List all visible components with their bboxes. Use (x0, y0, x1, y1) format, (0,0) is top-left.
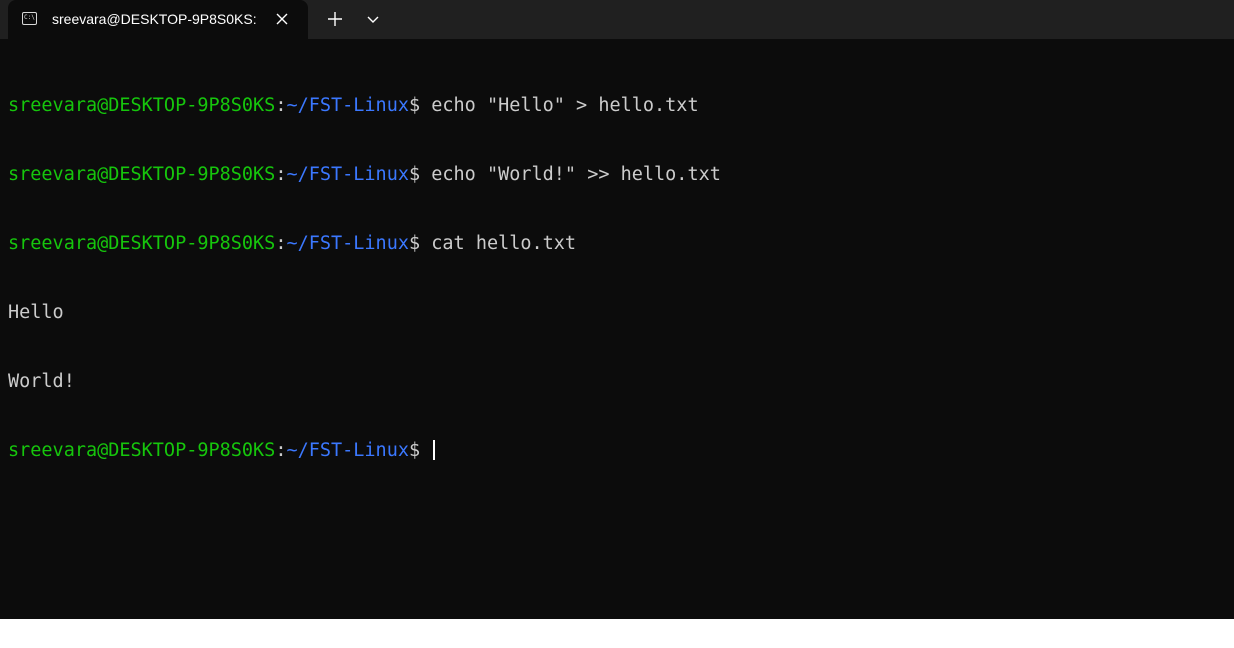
prompt-path: ~/FST-Linux (286, 440, 409, 461)
prompt-symbol: $ (408, 233, 432, 254)
prompt-path: ~/FST-Linux (286, 95, 409, 116)
prompt-user-host: sreevara@DESKTOP-9P8S0KS (8, 164, 276, 185)
terminal-icon: C:\ (22, 12, 37, 25)
command-text: echo "Hello" > hello.txt (431, 95, 699, 116)
prompt-separator: : (275, 233, 287, 254)
command-text: cat hello.txt (431, 233, 577, 254)
chevron-down-icon[interactable] (358, 7, 388, 31)
prompt-symbol: $ (408, 440, 432, 461)
prompt-symbol: $ (408, 164, 432, 185)
terminal-output[interactable]: sreevara@DESKTOP-9P8S0KS:~/FST-Linux$ ec… (8, 48, 721, 508)
terminal-line: sreevara@DESKTOP-9P8S0KS:~/FST-Linux$ ca… (8, 232, 721, 255)
terminal-window: C:\ sreevara@DESKTOP-9P8S0KS: sreevara@D… (0, 0, 1234, 619)
close-icon[interactable] (274, 11, 290, 27)
prompt-user-host: sreevara@DESKTOP-9P8S0KS (8, 440, 276, 461)
prompt-separator: : (275, 164, 287, 185)
prompt-path: ~/FST-Linux (286, 233, 409, 254)
terminal-line-active[interactable]: sreevara@DESKTOP-9P8S0KS:~/FST-Linux$ (8, 439, 721, 462)
prompt-user-host: sreevara@DESKTOP-9P8S0KS (8, 95, 276, 116)
output-line: Hello (8, 302, 64, 323)
output-line: World! (8, 371, 75, 392)
plus-icon[interactable] (320, 7, 350, 31)
title-bar: C:\ sreevara@DESKTOP-9P8S0KS: (0, 0, 1234, 39)
terminal-line: sreevara@DESKTOP-9P8S0KS:~/FST-Linux$ ec… (8, 163, 721, 186)
command-text: echo "World!" >> hello.txt (431, 164, 721, 185)
prompt-separator: : (275, 440, 287, 461)
prompt-path: ~/FST-Linux (286, 164, 409, 185)
prompt-user-host: sreevara@DESKTOP-9P8S0KS (8, 233, 276, 254)
tab-title: sreevara@DESKTOP-9P8S0KS: (52, 11, 257, 27)
prompt-separator: : (275, 95, 287, 116)
tab-terminal[interactable]: C:\ sreevara@DESKTOP-9P8S0KS: (8, 0, 308, 39)
prompt-symbol: $ (408, 95, 432, 116)
text-cursor (433, 440, 436, 460)
terminal-icon-text: C:\ (24, 14, 35, 21)
terminal-line: sreevara@DESKTOP-9P8S0KS:~/FST-Linux$ ec… (8, 94, 721, 117)
